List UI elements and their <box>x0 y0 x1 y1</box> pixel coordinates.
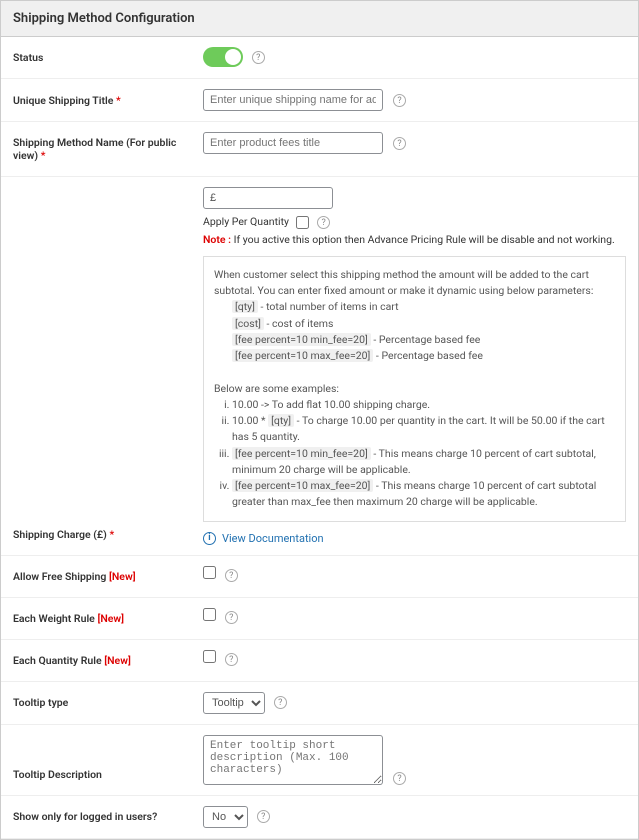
label-show-logged: Show only for logged in users? <box>1 795 191 838</box>
label-each-qty: Each Quantity Rule [New] <box>1 639 191 681</box>
description-box: When customer select this shipping metho… <box>203 256 626 522</box>
help-icon[interactable]: ? <box>317 216 330 229</box>
shipping-config-panel: Shipping Method Configuration Status ? U… <box>0 0 639 840</box>
view-documentation-link[interactable]: View Documentation <box>222 532 324 545</box>
info-icon: i <box>203 532 216 545</box>
help-icon[interactable]: ? <box>225 569 238 582</box>
shipping-charge-input[interactable] <box>203 187 333 209</box>
unique-title-input[interactable] <box>203 89 383 111</box>
help-icon[interactable]: ? <box>393 94 406 107</box>
show-logged-select[interactable]: No <box>203 806 248 828</box>
label-method-name: Shipping Method Name (For public view) * <box>1 122 191 177</box>
help-icon[interactable]: ? <box>257 810 270 823</box>
help-icon[interactable]: ? <box>393 137 406 150</box>
method-name-input[interactable] <box>203 132 383 154</box>
label-unique-title: Unique Shipping Title * <box>1 79 191 122</box>
config-form: Status ? Unique Shipping Title * ? Shipp… <box>1 37 638 839</box>
label-tooltip-desc: Tooltip Description <box>1 724 191 795</box>
help-icon[interactable]: ? <box>393 772 406 785</box>
apply-per-qty-row: Apply Per Quantity ? <box>203 215 626 229</box>
status-toggle[interactable] <box>203 47 243 67</box>
tooltip-desc-textarea[interactable] <box>203 735 383 785</box>
example-4: [fee percent=10 max_fee=20] - This means… <box>232 478 615 511</box>
note-line: Note : If you active this option then Ad… <box>203 233 626 246</box>
label-status: Status <box>1 37 191 79</box>
label-each-weight: Each Weight Rule [New] <box>1 597 191 639</box>
panel-header: Shipping Method Configuration <box>1 1 638 37</box>
apply-per-qty-checkbox[interactable] <box>296 216 309 229</box>
help-icon[interactable]: ? <box>252 51 265 64</box>
label-allow-free: Allow Free Shipping [New] <box>1 555 191 597</box>
label-shipping-charge: Shipping Charge (£) * <box>1 177 191 556</box>
each-weight-checkbox[interactable] <box>203 608 216 621</box>
tooltip-type-select[interactable]: Tooltip <box>203 692 265 714</box>
example-1: 10.00 -> To add flat 10.00 shipping char… <box>232 397 615 413</box>
help-icon[interactable]: ? <box>274 696 287 709</box>
allow-free-checkbox[interactable] <box>203 566 216 579</box>
example-3: [fee percent=10 min_fee=20] - This means… <box>232 446 615 479</box>
help-icon[interactable]: ? <box>225 611 238 624</box>
help-icon[interactable]: ? <box>225 653 238 666</box>
label-tooltip-type: Tooltip type <box>1 681 191 724</box>
each-qty-checkbox[interactable] <box>203 650 216 663</box>
panel-title: Shipping Method Configuration <box>13 11 626 26</box>
example-2: 10.00 * [qty] - To charge 10.00 per quan… <box>232 413 615 446</box>
doc-link-row: i View Documentation <box>203 532 626 545</box>
